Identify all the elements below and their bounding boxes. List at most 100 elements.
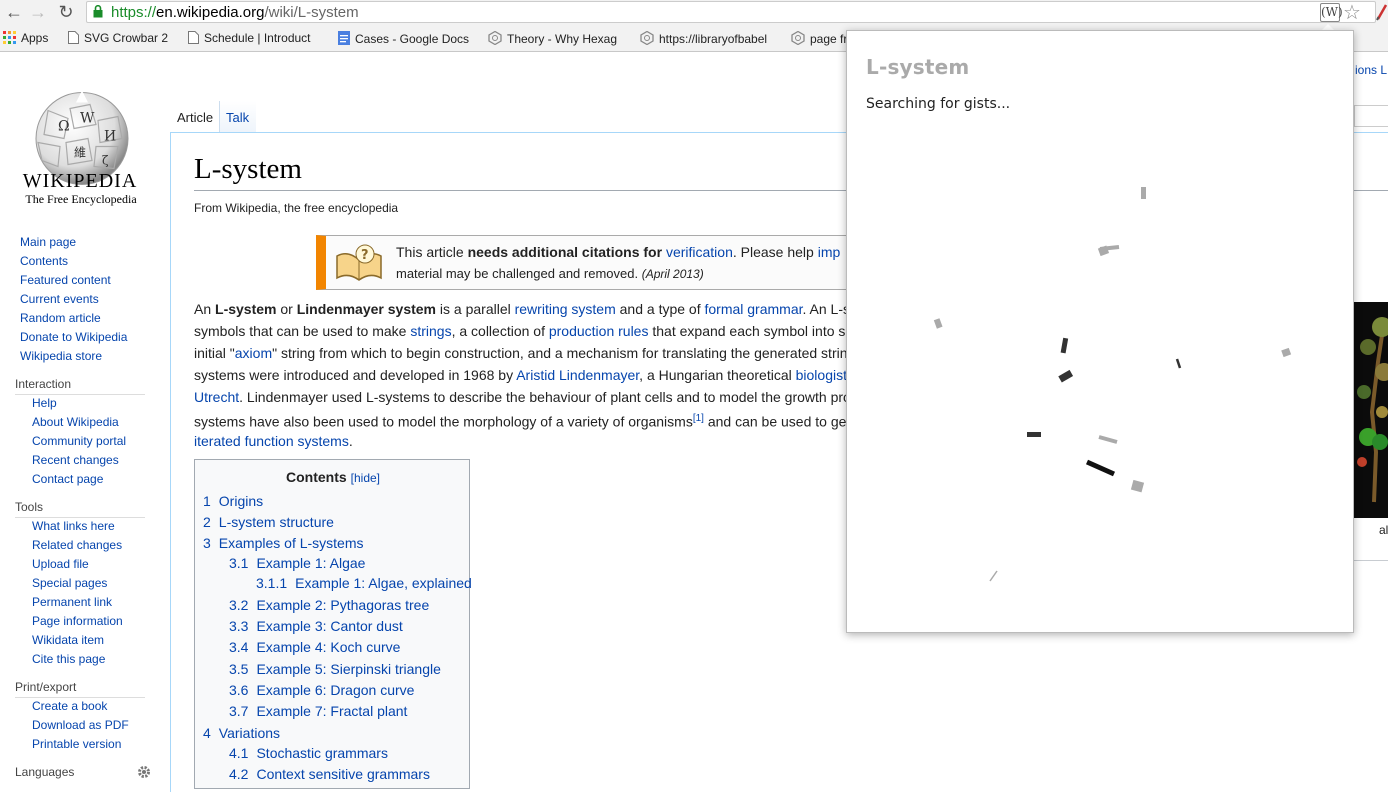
forward-button[interactable]: → — [28, 2, 48, 22]
toc-item[interactable]: 3.6 Example 6: Dragon curve — [229, 682, 414, 698]
toc-item[interactable]: 3.1 Example 1: Algae — [229, 555, 365, 571]
spinner-fragment — [1085, 459, 1116, 477]
toc-item[interactable]: 3.1.1 Example 1: Algae, explained — [256, 575, 472, 591]
pen-extension-icon[interactable] — [1374, 3, 1388, 21]
sidebar-link-page-information[interactable]: Page information — [32, 614, 123, 628]
spinner-fragment — [1058, 369, 1074, 383]
sidebar-link-donate[interactable]: Donate to Wikipedia — [20, 330, 127, 344]
hexagon-icon — [488, 31, 502, 45]
search-input[interactable] — [1354, 105, 1388, 127]
link-axiom[interactable]: axiom — [235, 345, 272, 361]
link-utrecht[interactable]: Utrecht — [194, 389, 239, 405]
tab-talk[interactable]: Talk — [219, 101, 256, 132]
sidebar-link-download-pdf[interactable]: Download as PDF — [32, 718, 129, 732]
bookmark-cases-google-docs[interactable]: Cases - Google Docs — [338, 31, 469, 46]
citation-1[interactable]: [1] — [693, 413, 704, 424]
intro-line-2: symbols that can be used to make strings… — [194, 323, 854, 339]
link-formal-grammar[interactable]: formal grammar — [704, 301, 802, 317]
sidebar-link-special-pages[interactable]: Special pages — [32, 576, 107, 590]
hexagon-icon — [791, 31, 805, 45]
toc-item[interactable]: 2 L-system structure — [203, 514, 334, 530]
bookmark-schedule[interactable]: Schedule | Introduct — [188, 31, 311, 45]
improve-link[interactable]: imp — [818, 244, 841, 260]
sidebar-heading-tools[interactable]: Tools — [15, 500, 43, 514]
loading-spinner-animation — [933, 187, 1292, 582]
sidebar-link-contents[interactable]: Contents — [20, 254, 68, 268]
link-aristid-lindenmayer[interactable]: Aristid Lindenmayer — [516, 367, 639, 383]
toc-title: Contents [hide] — [285, 469, 381, 485]
url-text: https://en.wikipedia.org/wiki/L-system — [111, 4, 359, 21]
right-tabs-partial[interactable]: ions L — [1355, 63, 1387, 77]
toc-hide-button[interactable]: [hide] — [351, 471, 380, 485]
toc-item[interactable]: 4.2 Context sensitive grammars — [229, 766, 430, 782]
sidebar-divider — [15, 394, 145, 395]
sidebar-link-upload-file[interactable]: Upload file — [32, 557, 89, 571]
sidebar-link-permanent-link[interactable]: Permanent link — [32, 595, 112, 609]
link-rewriting-system[interactable]: rewriting system — [515, 301, 616, 317]
sidebar-link-contact-page[interactable]: Contact page — [32, 472, 103, 486]
sidebar-heading-print-export[interactable]: Print/export — [15, 680, 76, 694]
sidebar-link-wikidata-item[interactable]: Wikidata item — [32, 633, 104, 647]
toc-item[interactable]: 3.5 Example 5: Sierpinski triangle — [229, 661, 441, 677]
page-icon — [68, 31, 79, 44]
toc-item[interactable]: 3.3 Example 3: Cantor dust — [229, 618, 403, 634]
toc-item[interactable]: 1 Origins — [203, 493, 263, 509]
sidebar-link-community-portal[interactable]: Community portal — [32, 434, 126, 448]
toc-item[interactable]: 4.1 Stochastic grammars — [229, 745, 388, 761]
toc-item[interactable]: 3.4 Example 4: Koch curve — [229, 639, 400, 655]
verification-link[interactable]: verification — [666, 244, 733, 260]
tab-article[interactable]: Article — [171, 101, 217, 132]
citation-needed-notice: ? This article needs additional citation… — [316, 235, 856, 290]
bookmark-svg-crowbar[interactable]: SVG Crowbar 2 — [68, 31, 168, 45]
infobox-divider — [1354, 560, 1388, 561]
sidebar-heading-interaction[interactable]: Interaction — [15, 377, 71, 391]
wikipedia-tagline: The Free Encyclopedia — [25, 192, 137, 206]
sidebar-link-store[interactable]: Wikipedia store — [20, 349, 102, 363]
sidebar-link-printable-version[interactable]: Printable version — [32, 737, 121, 751]
svg-text:W: W — [80, 111, 95, 127]
intro-line-4: systems were introduced and developed in… — [194, 367, 847, 383]
address-bar[interactable]: https://en.wikipedia.org/wiki/L-system — [86, 1, 1376, 23]
spinner-fragment — [989, 570, 998, 582]
intro-line-1: An L-system or Lindenmayer system is a p… — [194, 301, 850, 317]
image-caption-partial: al — [1379, 523, 1388, 537]
bookmark-theory-hexagons[interactable]: Theory - Why Hexag — [488, 31, 617, 46]
sidebar-link-related-changes[interactable]: Related changes — [32, 538, 122, 552]
toc-item[interactable]: 3.7 Example 7: Fractal plant — [229, 703, 407, 719]
bookmark-apps[interactable]: Apps — [3, 31, 48, 45]
sidebar-link-what-links-here[interactable]: What links here — [32, 519, 115, 533]
sidebar-link-current-events[interactable]: Current events — [20, 292, 99, 306]
spinner-fragment — [1175, 358, 1182, 369]
reload-button[interactable]: ↻ — [56, 2, 76, 22]
fractal-plant-image[interactable] — [1354, 302, 1388, 518]
sidebar-link-cite-this-page[interactable]: Cite this page — [32, 652, 105, 666]
bookmark-star-icon[interactable]: ☆ — [1343, 0, 1361, 25]
sidebar-link-about[interactable]: About Wikipedia — [32, 415, 119, 429]
lock-icon — [93, 5, 103, 18]
toc-item[interactable]: 4 Variations — [203, 725, 280, 741]
sidebar-link-random-article[interactable]: Random article — [20, 311, 101, 325]
sidebar-link-help[interactable]: Help — [32, 396, 57, 410]
notice-text-2: material may be challenged and removed. … — [396, 266, 704, 281]
bookmark-library-of-babel[interactable]: https://libraryofbabel — [640, 31, 767, 46]
wikipedia-gist-extension-icon[interactable]: (W) — [1320, 3, 1343, 22]
sidebar-link-featured-content[interactable]: Featured content — [20, 273, 111, 287]
spinner-fragment — [1098, 435, 1118, 444]
fractal-plant-thumbnail — [1354, 302, 1388, 518]
toc-item[interactable]: 3 Examples of L-systems — [203, 535, 364, 551]
sidebar-heading-languages[interactable]: Languages — [15, 765, 74, 779]
link-production-rules[interactable]: production rules — [549, 323, 649, 339]
sidebar-link-recent-changes[interactable]: Recent changes — [32, 453, 119, 467]
sidebar-link-main-page[interactable]: Main page — [20, 235, 76, 249]
link-biologist[interactable]: biologist — [796, 367, 847, 383]
wikipedia-wordmark[interactable]: WIKIPEDIA — [0, 170, 160, 193]
page-subtitle: From Wikipedia, the free encyclopedia — [194, 201, 399, 215]
link-iterated-function-systems[interactable]: iterated function systems — [194, 433, 349, 449]
toc-item[interactable]: 3.2 Example 2: Pythagoras tree — [229, 597, 429, 613]
back-button[interactable]: ← — [4, 2, 24, 22]
sidebar-link-create-book[interactable]: Create a book — [32, 699, 107, 713]
link-strings[interactable]: strings — [410, 323, 451, 339]
gear-icon[interactable] — [137, 765, 151, 779]
bookmark-page[interactable]: page fr — [791, 31, 847, 46]
svg-text:Ω: Ω — [58, 119, 70, 135]
